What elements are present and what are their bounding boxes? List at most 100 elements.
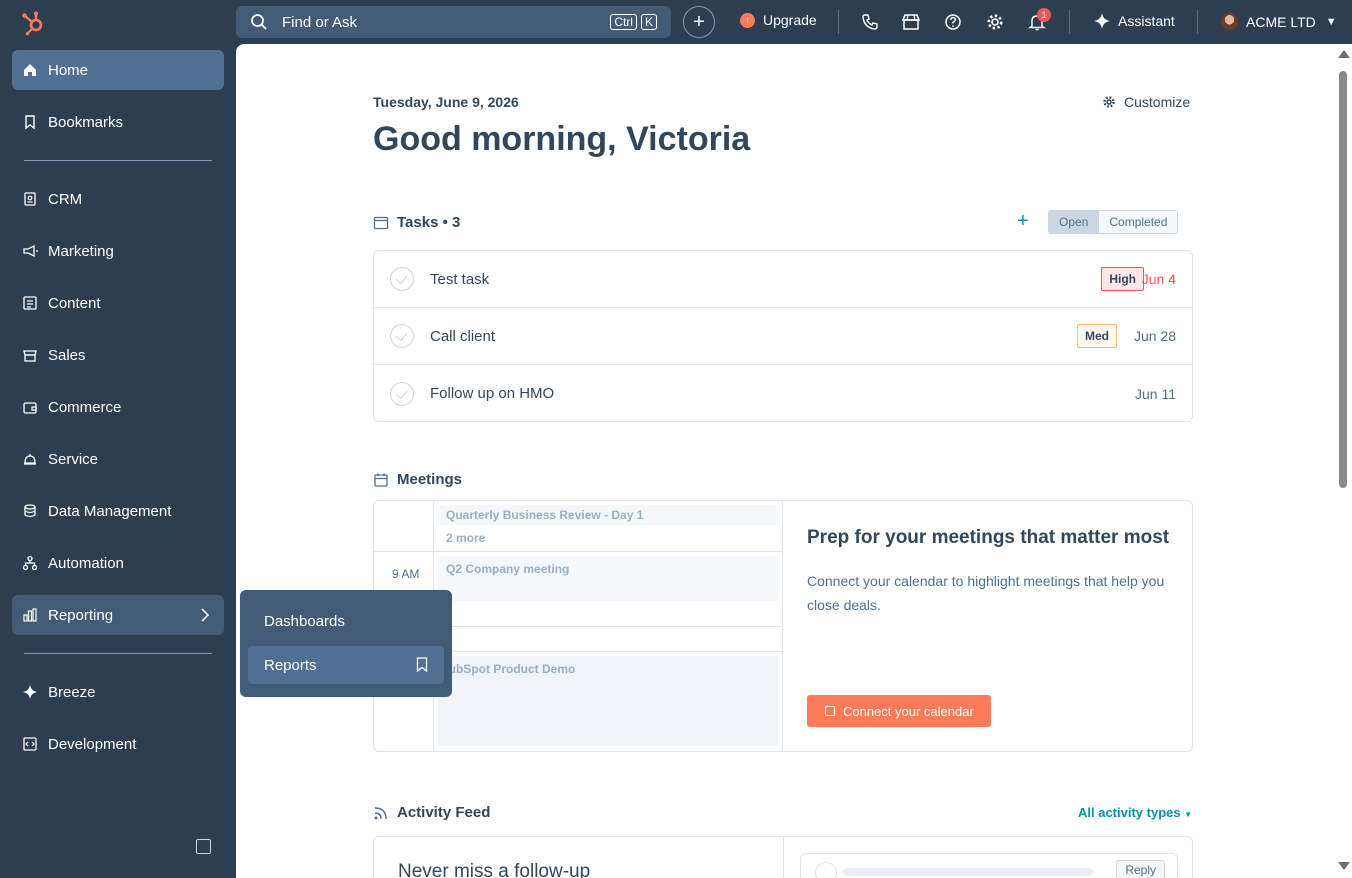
- assistant-label: Assistant: [1118, 13, 1175, 29]
- activity-feed-card: Never miss a follow-up Reply: [373, 836, 1193, 878]
- sidebar-item-breeze[interactable]: Breeze: [12, 672, 224, 712]
- notification-count-badge: 1: [1037, 8, 1051, 22]
- scroll-up-arrow-icon[interactable]: [1338, 50, 1350, 58]
- activity-type-filter[interactable]: All activity types ▼: [1078, 805, 1192, 820]
- scrollbar-thumb[interactable]: [1339, 71, 1347, 488]
- tasks-title: Tasks • 3: [397, 214, 461, 231]
- sidebar-item-development[interactable]: Development: [12, 724, 224, 764]
- calendar-event[interactable]: Q2 Company meeting: [438, 556, 778, 601]
- sidebar-item-automation[interactable]: Automation: [12, 543, 224, 583]
- k-key: K: [640, 14, 657, 30]
- tasks-header: Tasks • 3: [373, 214, 460, 231]
- code-icon: [23, 737, 37, 751]
- home-main-content: Tuesday, June 9, 2026 Good morning, Vict…: [236, 44, 1334, 878]
- topbar-divider: [1197, 10, 1198, 34]
- priority-badge: High: [1101, 267, 1144, 291]
- task-name[interactable]: Follow up on HMO: [430, 385, 554, 402]
- sidebar-item-home[interactable]: Home: [12, 50, 224, 90]
- sales-icon: [23, 350, 37, 362]
- menu-item-label: Reports: [264, 656, 317, 674]
- table-row[interactable]: Call client Med Jun 28: [374, 308, 1192, 365]
- prep-description: Connect your calendar to highlight meeti…: [807, 573, 1165, 613]
- sidebar: Home Bookmarks CRM Marketing Content Sal…: [0, 44, 236, 878]
- menu-item-label: Dashboards: [264, 612, 345, 630]
- upgrade-button[interactable]: ↑ Upgrade: [740, 12, 817, 28]
- menu-item-reports[interactable]: Reports: [248, 646, 444, 684]
- sidebar-item-commerce[interactable]: Commerce: [12, 387, 224, 427]
- crm-icon: [24, 192, 36, 206]
- marketplace-icon[interactable]: [901, 12, 921, 32]
- complete-task-checkbox[interactable]: [390, 267, 414, 291]
- activity-feed-title: Activity Feed: [397, 804, 491, 821]
- task-due-date: Jun 4: [1141, 271, 1176, 287]
- sparkle-icon: [23, 685, 37, 699]
- sidebar-item-marketing[interactable]: Marketing: [12, 231, 224, 271]
- account-name: ACME LTD: [1246, 13, 1316, 30]
- add-task-button[interactable]: +: [1017, 210, 1029, 233]
- sidebar-item-content[interactable]: Content: [12, 283, 224, 323]
- sidebar-item-sales[interactable]: Sales: [12, 335, 224, 375]
- meetings-card: 9 AM Quarterly Business Review - Day 1 2…: [373, 500, 1193, 752]
- create-new-button[interactable]: +: [683, 6, 715, 38]
- complete-task-checkbox[interactable]: [390, 324, 414, 348]
- sidebar-item-bookmarks[interactable]: Bookmarks: [12, 102, 224, 142]
- sidebar-item-label: Reporting: [48, 606, 114, 624]
- task-name[interactable]: Call client: [430, 328, 495, 345]
- main-scrollbar[interactable]: [1334, 44, 1352, 878]
- activity-feed-header: Activity Feed: [373, 804, 490, 821]
- assistant-button[interactable]: Assistant: [1094, 13, 1175, 29]
- search-icon: [251, 14, 267, 30]
- calendar-event[interactable]: HubSpot Product Demo: [438, 656, 778, 746]
- content-icon: [23, 296, 37, 310]
- calendar-icon: [374, 473, 388, 487]
- help-icon[interactable]: [943, 12, 963, 32]
- sidebar-item-label: Automation: [48, 554, 124, 572]
- global-search[interactable]: Find or Ask Ctrl K: [236, 6, 671, 38]
- menu-item-dashboards[interactable]: Dashboards: [248, 602, 444, 640]
- sidebar-item-label: Marketing: [48, 242, 114, 260]
- sidebar-divider: [24, 160, 212, 161]
- settings-gear-icon[interactable]: [985, 12, 1005, 32]
- megaphone-icon: [23, 244, 38, 258]
- task-due-date: Jun 28: [1133, 328, 1176, 344]
- rss-feed-icon: [374, 806, 387, 819]
- search-shortcut: Ctrl K: [610, 14, 657, 30]
- meetings-prep-promo: Prep for your meetings that matter most …: [807, 527, 1177, 617]
- customize-button[interactable]: Customize: [1102, 94, 1190, 110]
- caret-down-icon: ▼: [1184, 810, 1193, 819]
- collapse-sidebar-icon[interactable]: [196, 839, 211, 854]
- task-name[interactable]: Test task: [430, 271, 489, 288]
- tab-open[interactable]: Open: [1049, 211, 1099, 233]
- search-placeholder: Find or Ask: [282, 13, 358, 31]
- reporting-flyout-menu: Dashboards Reports: [240, 590, 452, 697]
- bar-chart-icon: [23, 608, 37, 622]
- sidebar-item-label: Service: [48, 450, 99, 468]
- top-navigation-bar: Find or Ask Ctrl K + ↑ Upgrade 1 Assista…: [0, 0, 1352, 44]
- task-due-date: Jun 11: [1135, 385, 1176, 402]
- meetings-title: Meetings: [397, 471, 463, 488]
- connect-calendar-button[interactable]: Connect your calendar: [807, 695, 991, 727]
- table-row[interactable]: Follow up on HMO Jun 11: [374, 365, 1192, 422]
- sidebar-item-data-management[interactable]: Data Management: [12, 491, 224, 531]
- sidebar-item-crm[interactable]: CRM: [12, 179, 224, 219]
- reply-button[interactable]: Reply: [1116, 860, 1165, 878]
- hubspot-logo-icon[interactable]: [20, 10, 46, 36]
- tab-completed[interactable]: Completed: [1098, 211, 1178, 233]
- placeholder-line: [843, 868, 1093, 876]
- account-menu[interactable]: ACME LTD ▼: [1221, 13, 1337, 30]
- bookmark-icon[interactable]: [416, 657, 428, 672]
- table-row[interactable]: Test task High Jun 4: [374, 251, 1192, 308]
- complete-task-checkbox[interactable]: [390, 381, 414, 406]
- scroll-down-arrow-icon[interactable]: [1338, 862, 1350, 870]
- page-title: Good morning, Victoria: [373, 120, 751, 158]
- sidebar-item-label: Commerce: [48, 398, 122, 416]
- sidebar-item-reporting[interactable]: Reporting: [12, 595, 224, 635]
- time-label: 9 AM: [392, 567, 420, 581]
- sidebar-item-service[interactable]: Service: [12, 439, 224, 479]
- activity-promo-title: Never miss a follow-up: [398, 861, 591, 878]
- phone-icon[interactable]: [860, 12, 880, 32]
- sidebar-item-label: Breeze: [48, 683, 96, 701]
- calendar-event[interactable]: Quarterly Business Review - Day 1: [438, 505, 778, 525]
- more-events-link[interactable]: 2 more: [446, 531, 485, 545]
- service-bell-icon: [24, 454, 36, 465]
